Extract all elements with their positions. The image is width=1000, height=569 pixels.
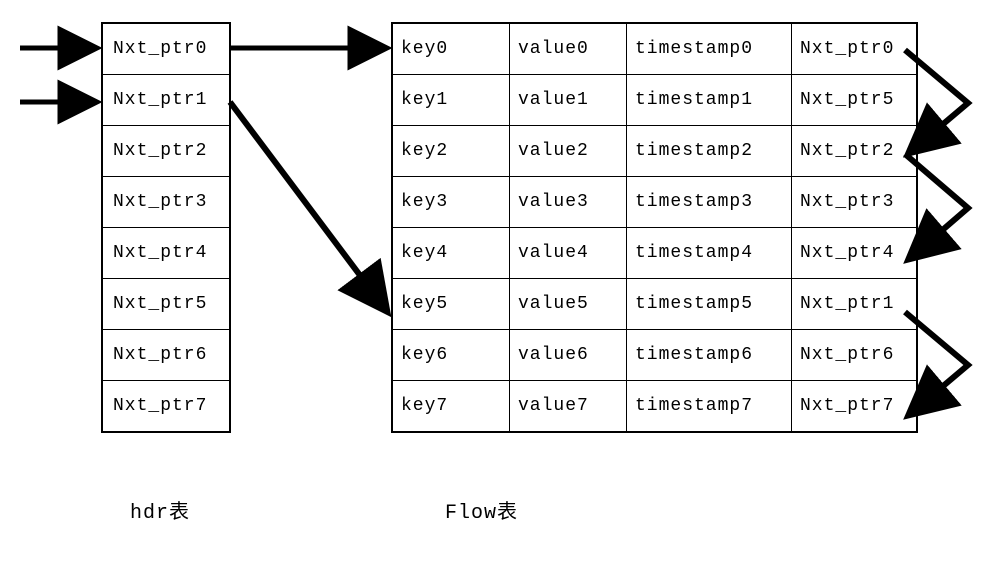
flow-key: key7 [392,381,510,433]
flow-value: value0 [510,23,627,75]
flow-value: value4 [510,228,627,279]
table-row: Nxt_ptr5 [102,279,230,330]
table-row: Nxt_ptr0 [102,23,230,75]
flow-ptr: Nxt_ptr2 [792,126,918,177]
flow-ts: timestamp3 [627,177,792,228]
hdr-cell: Nxt_ptr6 [102,330,230,381]
table-row: Nxt_ptr6 [102,330,230,381]
table-row: key5 value5 timestamp5 Nxt_ptr1 [392,279,917,330]
hdr-cell: Nxt_ptr0 [102,23,230,75]
flow-key: key0 [392,23,510,75]
flow-key: key5 [392,279,510,330]
table-row: Nxt_ptr3 [102,177,230,228]
table-row: key1 value1 timestamp1 Nxt_ptr5 [392,75,917,126]
flow-value: value7 [510,381,627,433]
hdr-cell: Nxt_ptr2 [102,126,230,177]
flow-ptr: Nxt_ptr3 [792,177,918,228]
flow-ts: timestamp5 [627,279,792,330]
hdr-label: hdr表 [130,495,190,525]
flow-value: value1 [510,75,627,126]
flow-key: key2 [392,126,510,177]
table-row: Nxt_ptr2 [102,126,230,177]
hdr-cell: Nxt_ptr4 [102,228,230,279]
flow-ptr: Nxt_ptr5 [792,75,918,126]
hdr-cell: Nxt_ptr1 [102,75,230,126]
flow-ptr: Nxt_ptr1 [792,279,918,330]
flow-label: Flow表 [445,495,518,525]
hdr-cell: Nxt_ptr5 [102,279,230,330]
flow-ts: timestamp0 [627,23,792,75]
flow-ts: timestamp1 [627,75,792,126]
flow-table: key0 value0 timestamp0 Nxt_ptr0 key1 val… [391,22,918,433]
flow-ptr: Nxt_ptr6 [792,330,918,381]
flow-ts: timestamp7 [627,381,792,433]
arrow-icon [230,102,386,310]
hdr-table: Nxt_ptr0 Nxt_ptr1 Nxt_ptr2 Nxt_ptr3 Nxt_… [101,22,231,433]
flow-value: value2 [510,126,627,177]
table-row: key6 value6 timestamp6 Nxt_ptr6 [392,330,917,381]
flow-value: value5 [510,279,627,330]
flow-key: key1 [392,75,510,126]
flow-value: value6 [510,330,627,381]
flow-key: key6 [392,330,510,381]
table-row: key0 value0 timestamp0 Nxt_ptr0 [392,23,917,75]
table-row: Nxt_ptr7 [102,381,230,433]
flow-key: key3 [392,177,510,228]
flow-ptr: Nxt_ptr4 [792,228,918,279]
flow-value: value3 [510,177,627,228]
table-row: Nxt_ptr1 [102,75,230,126]
table-row: key7 value7 timestamp7 Nxt_ptr7 [392,381,917,433]
hdr-cell: Nxt_ptr7 [102,381,230,433]
table-row: key3 value3 timestamp3 Nxt_ptr3 [392,177,917,228]
flow-ts: timestamp4 [627,228,792,279]
table-row: Nxt_ptr4 [102,228,230,279]
table-row: key4 value4 timestamp4 Nxt_ptr4 [392,228,917,279]
table-row: key2 value2 timestamp2 Nxt_ptr2 [392,126,917,177]
flow-ptr: Nxt_ptr0 [792,23,918,75]
flow-ptr: Nxt_ptr7 [792,381,918,433]
flow-ts: timestamp2 [627,126,792,177]
flow-ts: timestamp6 [627,330,792,381]
flow-key: key4 [392,228,510,279]
hdr-cell: Nxt_ptr3 [102,177,230,228]
